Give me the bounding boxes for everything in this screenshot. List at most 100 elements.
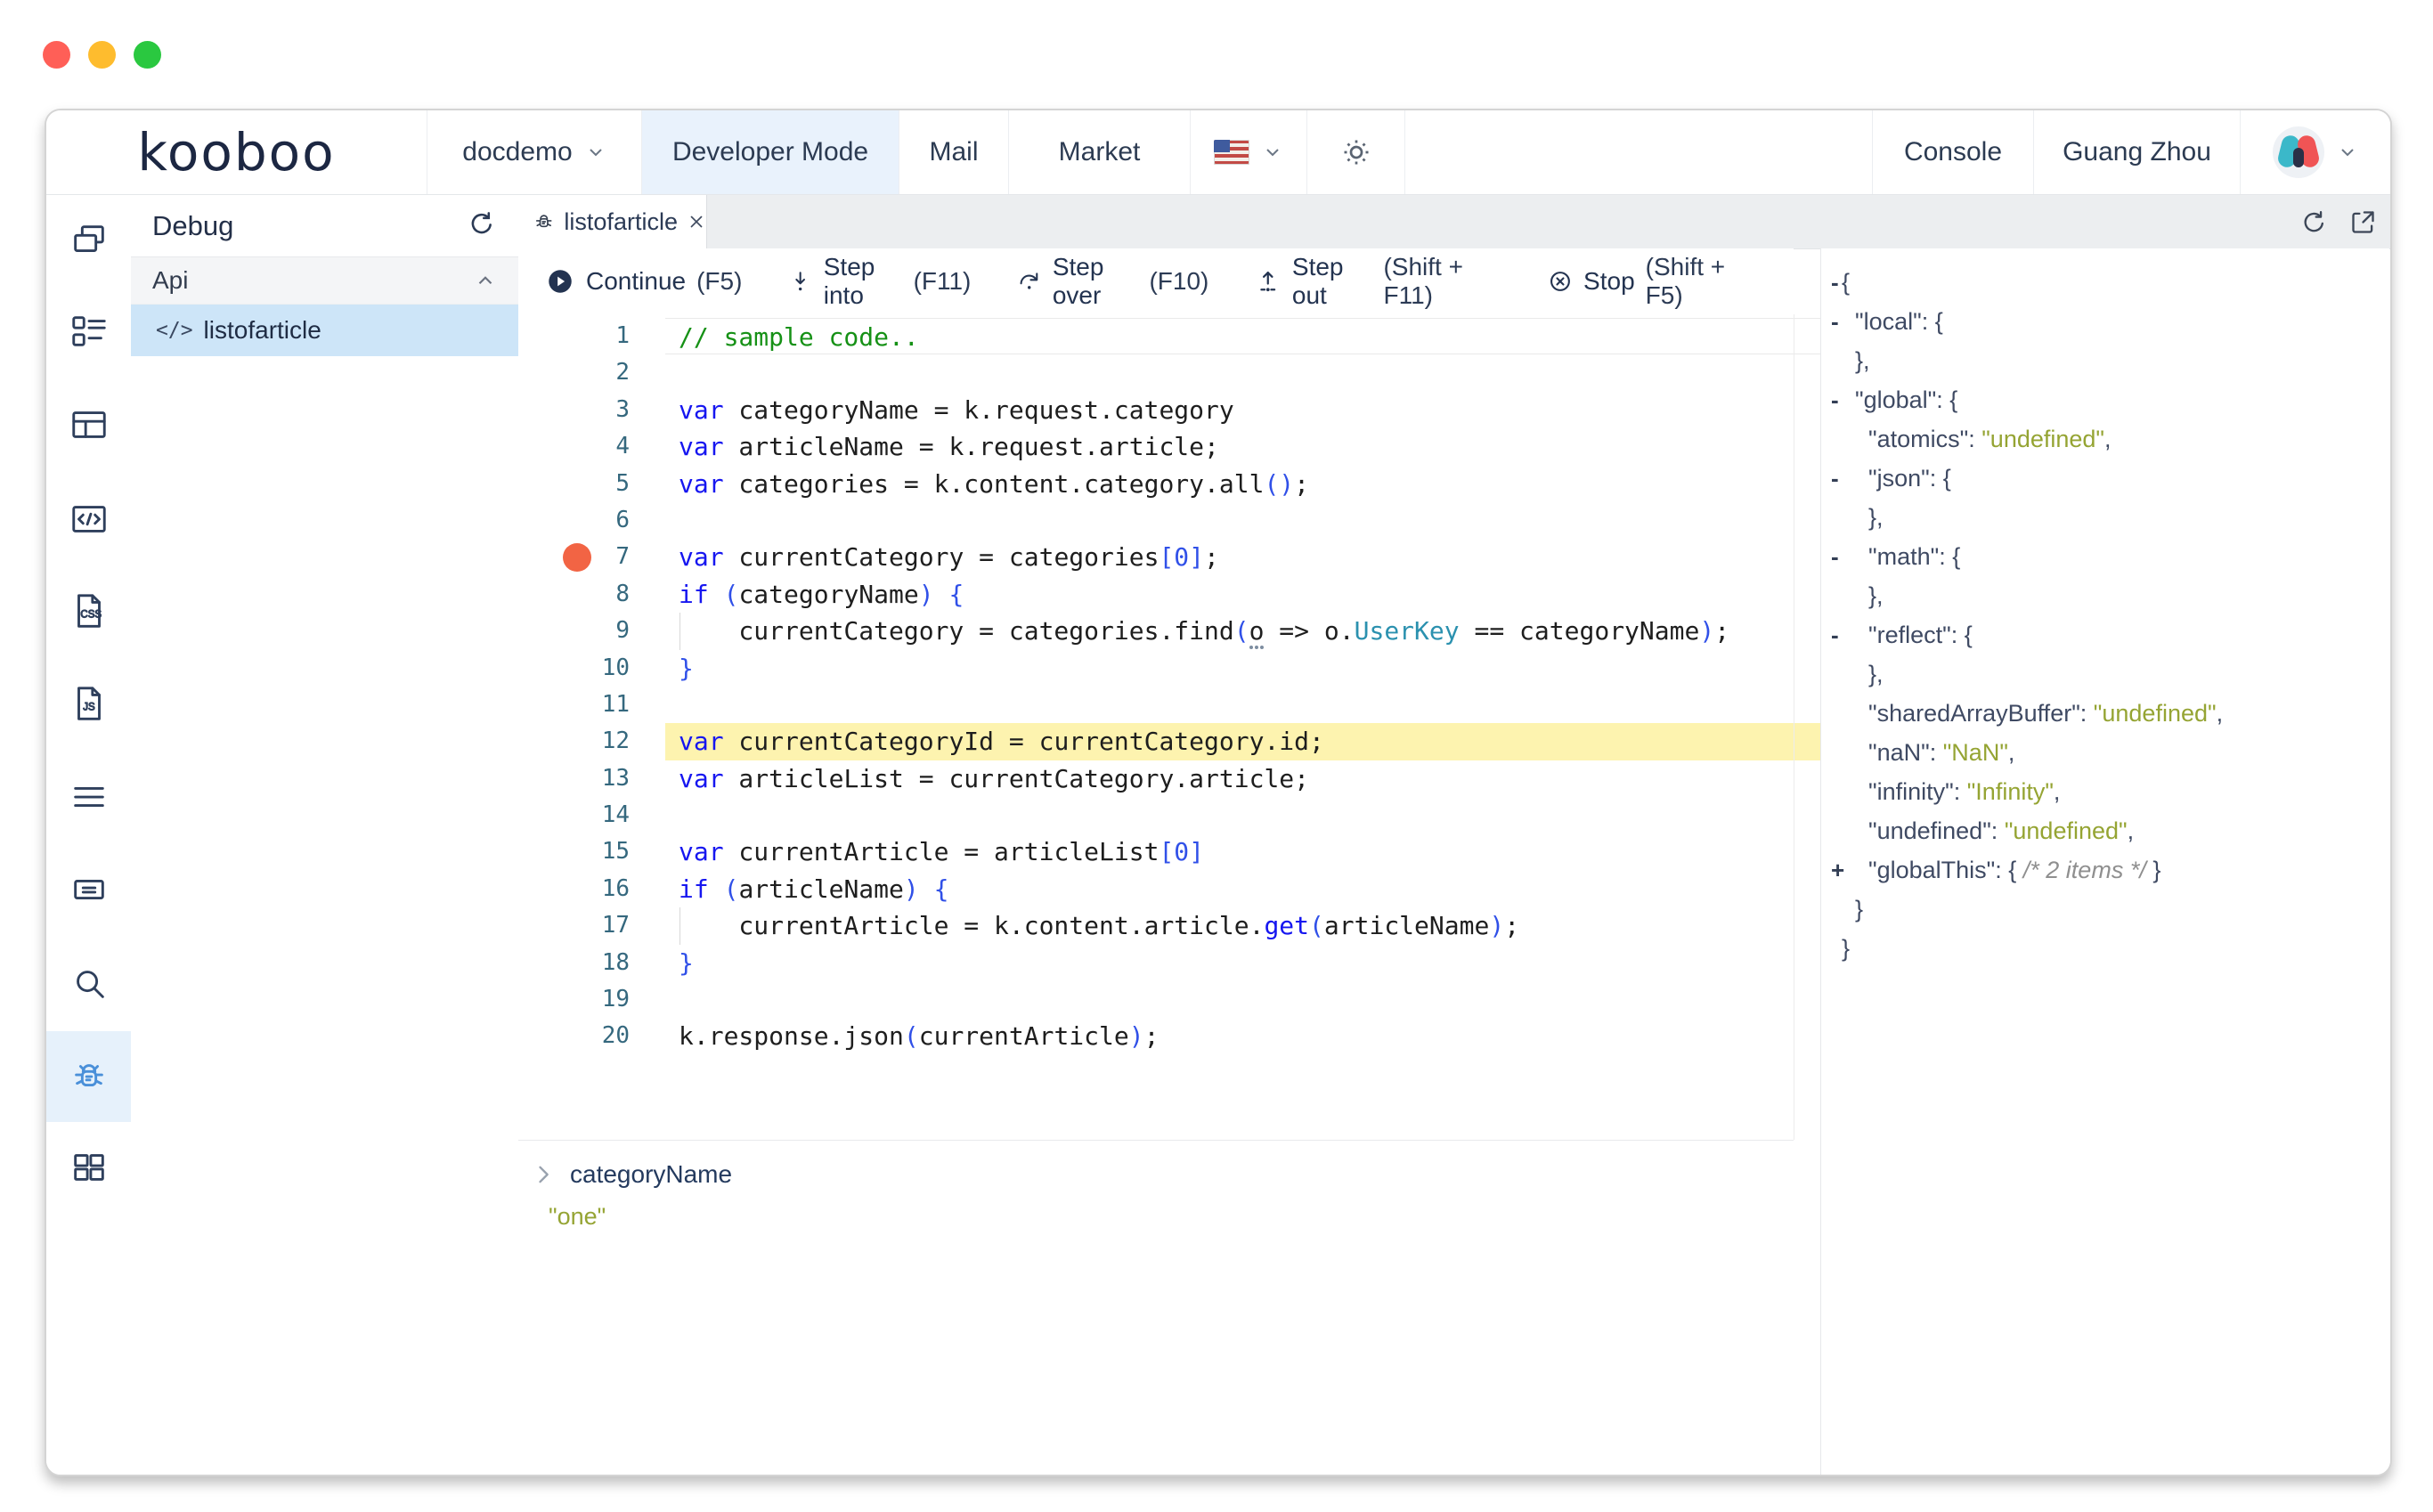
continue-button[interactable]: Continue (F5) bbox=[545, 266, 742, 297]
expand-toggle[interactable]: + bbox=[1831, 850, 1844, 890]
watch-expression: categoryName bbox=[570, 1160, 732, 1189]
line-number: 6 bbox=[572, 502, 630, 539]
code-line-3: 3var categoryName = k.request.category bbox=[518, 392, 1820, 428]
variable-row: -"math": { bbox=[1821, 537, 2389, 576]
stop-button[interactable]: Stop (Shift + F5) bbox=[1548, 253, 1747, 310]
js-file-icon[interactable]: JS bbox=[46, 658, 131, 749]
tab-listofarticle[interactable]: listofarticle bbox=[518, 195, 707, 248]
svg-text:CSS: CSS bbox=[80, 610, 102, 621]
button-hint: (F11) bbox=[914, 267, 972, 296]
line-text: var articleName = k.request.article; bbox=[665, 428, 1820, 465]
continue-icon bbox=[545, 266, 575, 297]
line-text: // sample code.. bbox=[665, 318, 1820, 354]
line-number: 2 bbox=[572, 354, 630, 391]
nav-item-console[interactable]: Console bbox=[1873, 110, 2034, 194]
code-line-12: 12var currentCategoryId = currentCategor… bbox=[518, 723, 1820, 760]
code-line-4: 4var articleName = k.request.article; bbox=[518, 428, 1820, 465]
search-icon[interactable] bbox=[46, 938, 131, 1028]
watch-expression-row[interactable]: categoryName bbox=[518, 1141, 1794, 1189]
debug-icon[interactable] bbox=[46, 1031, 131, 1122]
open-external-icon[interactable] bbox=[2348, 207, 2378, 237]
button-label: Step out bbox=[1292, 253, 1373, 310]
maximize-window-button[interactable] bbox=[134, 41, 161, 69]
line-text bbox=[665, 502, 1820, 539]
chevron-down-icon bbox=[1262, 142, 1283, 163]
kooboo-logo[interactable]: kooboo bbox=[46, 110, 427, 194]
site-selector[interactable]: docdemo bbox=[427, 110, 642, 194]
line-number: 10 bbox=[572, 650, 630, 687]
line-number: 13 bbox=[572, 760, 630, 797]
layout-icon[interactable] bbox=[46, 379, 131, 470]
variables-panel: -{-"local": {},-"global": {"atomics": "u… bbox=[1820, 248, 2389, 1475]
line-text: if (articleName) { bbox=[665, 871, 1820, 907]
collapse-toggle[interactable]: - bbox=[1831, 615, 1839, 654]
nav-item-mail[interactable]: Mail bbox=[899, 110, 1009, 194]
watch-result: "one" bbox=[549, 1203, 1794, 1231]
line-number: 19 bbox=[572, 981, 630, 1018]
button-hint: (Shift + F11) bbox=[1383, 253, 1501, 310]
collapse-toggle[interactable]: - bbox=[1831, 537, 1839, 576]
code-page-icon[interactable] bbox=[46, 474, 131, 565]
line-text: var currentCategoryId = currentCategory.… bbox=[665, 723, 1820, 760]
nav-item-market[interactable]: Market bbox=[1009, 110, 1191, 194]
css-file-icon[interactable]: CSS bbox=[46, 565, 131, 656]
variable-row: "naN": "NaN", bbox=[1821, 733, 2389, 772]
variable-row: -"json": { bbox=[1821, 459, 2389, 498]
chevron-down-icon bbox=[2337, 142, 2358, 163]
step-out-button[interactable]: Step out (Shift + F11) bbox=[1255, 253, 1501, 310]
line-number: 8 bbox=[572, 576, 630, 613]
us-flag-icon bbox=[1214, 140, 1249, 165]
line-text: var currentCategory = categories[0]; bbox=[665, 539, 1820, 575]
modules-icon[interactable] bbox=[46, 1122, 131, 1213]
code-line-8: 8if (categoryName) { bbox=[518, 576, 1820, 613]
code-line-1: 1// sample code.. bbox=[518, 318, 1820, 354]
button-label: Continue bbox=[586, 267, 686, 296]
pages-icon[interactable] bbox=[46, 195, 131, 286]
code-editor[interactable]: 1// sample code..23var categoryName = k.… bbox=[518, 314, 1820, 1140]
line-text bbox=[665, 687, 1820, 723]
collapse-toggle[interactable]: - bbox=[1831, 263, 1839, 302]
code-line-9: 9 currentCategory = categories.find(o =>… bbox=[518, 613, 1820, 649]
user-name[interactable]: Guang Zhou bbox=[2034, 110, 2241, 194]
language-selector[interactable] bbox=[1191, 110, 1307, 194]
close-window-button[interactable] bbox=[43, 41, 70, 69]
debug-toolbar: Continue (F5) Step into (F11) Step over … bbox=[518, 248, 1794, 314]
code-line-6: 6 bbox=[518, 502, 1820, 539]
nav-item-developer-mode[interactable]: Developer Mode bbox=[642, 110, 899, 194]
line-number: 15 bbox=[572, 833, 630, 870]
minimize-window-button[interactable] bbox=[88, 41, 116, 69]
code-line-18: 18} bbox=[518, 945, 1820, 981]
account-menu[interactable] bbox=[2241, 110, 2390, 194]
section-api[interactable]: Api bbox=[131, 257, 518, 305]
debug-panel: Debug Api </> listofarticle bbox=[131, 195, 519, 1475]
menu-icon[interactable] bbox=[46, 752, 131, 842]
debug-panel-title: Debug bbox=[152, 210, 233, 242]
code-line-14: 14 bbox=[518, 797, 1820, 833]
close-icon[interactable] bbox=[687, 210, 706, 233]
code-line-5: 5var categories = k.content.category.all… bbox=[518, 466, 1820, 502]
step-over-button[interactable]: Step over (F10) bbox=[1017, 253, 1208, 310]
sidebar-item-listofarticle[interactable]: </> listofarticle bbox=[131, 305, 518, 356]
line-number: 9 bbox=[572, 613, 630, 649]
theme-toggle[interactable] bbox=[1307, 110, 1405, 194]
line-number: 17 bbox=[572, 907, 630, 944]
collapse-toggle[interactable]: - bbox=[1831, 380, 1839, 419]
line-text: var currentArticle = articleList[0] bbox=[665, 833, 1820, 870]
top-nav: kooboo docdemo Developer Mode Mail Marke… bbox=[46, 110, 2390, 195]
collapse-toggle[interactable]: - bbox=[1831, 459, 1839, 498]
refresh-icon[interactable] bbox=[2299, 207, 2329, 237]
step-into-button[interactable]: Step into (F11) bbox=[788, 253, 971, 310]
item-label: listofarticle bbox=[204, 316, 321, 345]
content-types-icon[interactable] bbox=[46, 286, 131, 377]
section-label: Api bbox=[152, 266, 188, 295]
refresh-button[interactable] bbox=[467, 208, 497, 243]
variables-tree: -{-"local": {},-"global": {"atomics": "u… bbox=[1821, 263, 2389, 968]
line-number: 5 bbox=[572, 466, 630, 502]
nav-label: Console bbox=[1904, 137, 2002, 167]
collapse-toggle[interactable]: - bbox=[1831, 302, 1839, 341]
chevron-down-icon bbox=[585, 142, 606, 163]
code-line-10: 10} bbox=[518, 650, 1820, 687]
form-icon[interactable] bbox=[46, 844, 131, 935]
line-text: } bbox=[665, 945, 1820, 981]
variable-row: "infinity": "Infinity", bbox=[1821, 772, 2389, 811]
